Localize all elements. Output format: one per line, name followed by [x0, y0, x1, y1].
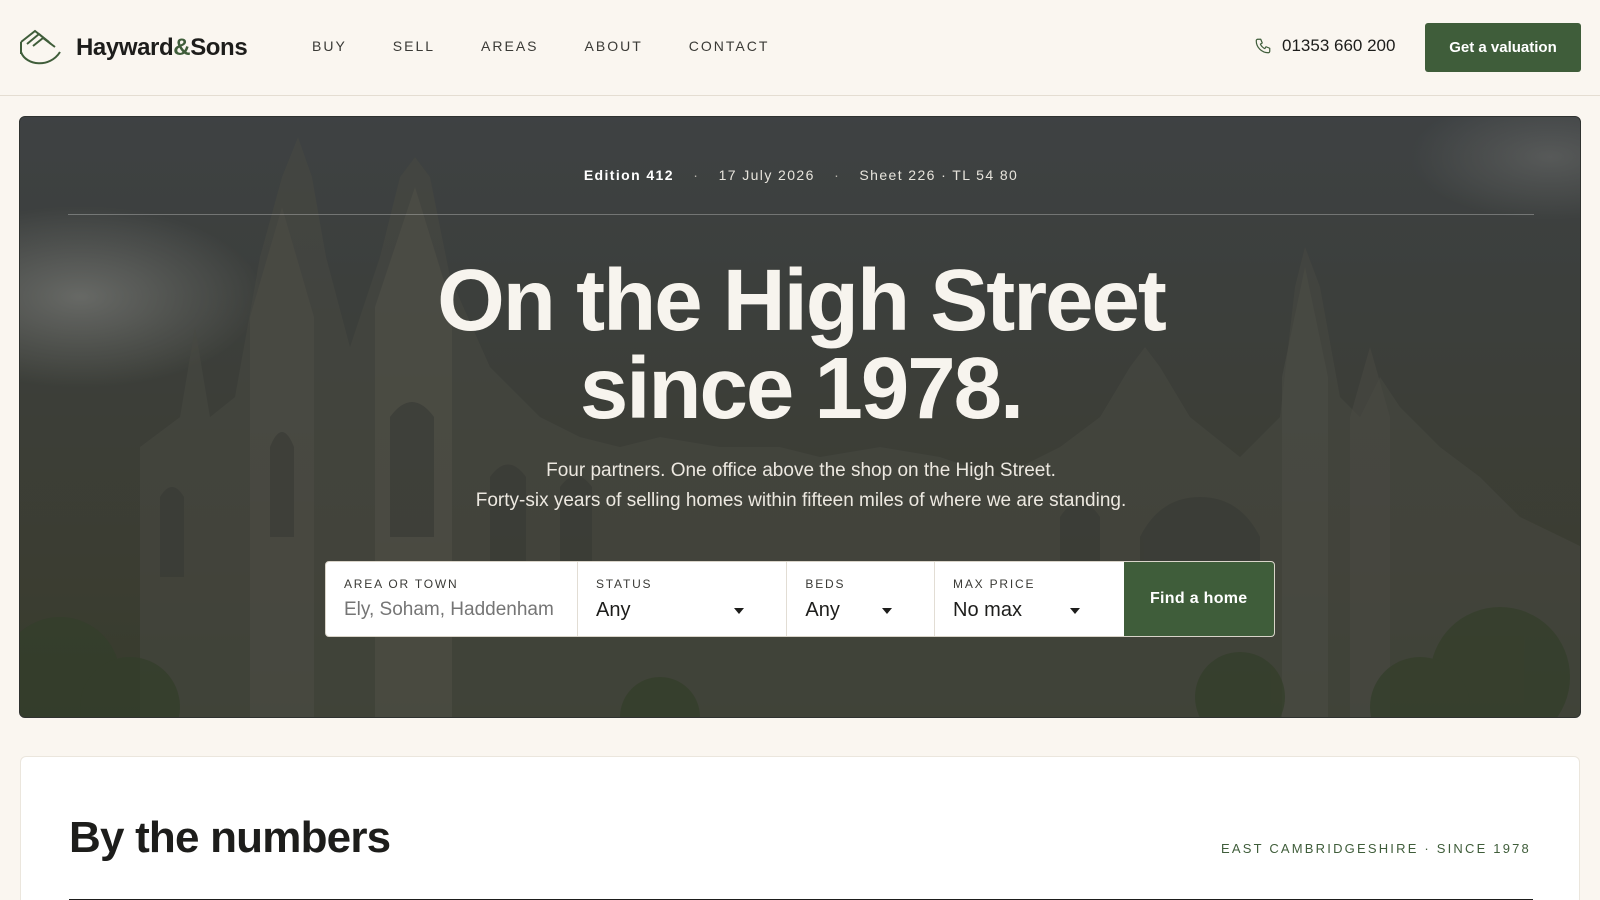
beds-value: Any [805, 599, 840, 621]
hero-divider [68, 214, 1534, 215]
brand-name: Hayward&Sons [76, 34, 248, 62]
headline-line-2: since 1978. [579, 340, 1024, 437]
headline-line-1: On the High Street [437, 252, 1167, 349]
phone-icon [1255, 38, 1271, 54]
edition-line: Edition 412 · 17 July 2026 · Sheet 226 ·… [20, 167, 1580, 183]
nav-areas[interactable]: AREAS [481, 38, 538, 54]
nav-contact[interactable]: CONTACT [689, 38, 770, 54]
logo[interactable]: Hayward&Sons [18, 28, 248, 68]
house-logo-icon [20, 29, 61, 65]
brand-ampersand: & [173, 34, 191, 61]
separator-dot: · [834, 167, 841, 183]
main-nav: BUY SELL AREAS ABOUT CONTACT [312, 38, 815, 54]
chevron-down-icon [1069, 608, 1080, 614]
get-valuation-button[interactable]: Get a valuation [1425, 23, 1581, 72]
status-label: STATUS [596, 577, 653, 591]
chevron-down-icon [734, 608, 745, 614]
subtitle-line-2: Forty-six years of selling homes within … [475, 490, 1127, 511]
area-input[interactable] [344, 599, 562, 621]
nav-about[interactable]: ABOUT [585, 38, 643, 54]
status-select[interactable]: STATUS Any [578, 562, 788, 636]
max-price-value: No max [953, 599, 1022, 621]
beds-label: BEDS [805, 577, 846, 591]
phone-number: 01353 660 200 [1282, 36, 1396, 55]
edition-number: Edition 412 [583, 167, 674, 183]
nav-buy[interactable]: BUY [312, 38, 347, 54]
map-sheet-reference: Sheet 226 · TL 54 80 [859, 167, 1019, 183]
hero-banner: Edition 412 · 17 July 2026 · Sheet 226 ·… [19, 116, 1581, 718]
site-header: Hayward&Sons BUY SELL AREAS ABOUT CONTAC… [0, 0, 1600, 96]
section-tagline: EAST CAMBRIDGESHIRE · SINCE 1978 [1220, 841, 1531, 856]
subtitle-line-1: Four partners. One office above the shop… [546, 460, 1056, 481]
separator-dot: · [693, 167, 700, 183]
brand-name-part2: Sons [190, 34, 248, 61]
edition-date: 17 July 2026 [718, 167, 815, 183]
hero-subtitle: Four partners. One office above the shop… [20, 456, 1580, 516]
beds-select[interactable]: BEDS Any [787, 562, 936, 636]
hero-headline: On the High Street since 1978. [20, 257, 1580, 433]
max-price-select[interactable]: MAX PRICE No max [935, 562, 1123, 636]
find-home-button[interactable]: Find a home [1123, 562, 1274, 636]
area-field: AREA OR TOWN [326, 562, 578, 636]
phone-link[interactable]: 01353 660 200 [1254, 36, 1395, 56]
numbers-section: By the numbers EAST CAMBRIDGESHIRE · SIN… [20, 756, 1580, 900]
section-title: By the numbers [69, 813, 391, 862]
nav-sell[interactable]: SELL [393, 38, 435, 54]
area-label: AREA OR TOWN [344, 577, 459, 591]
chevron-down-icon [882, 608, 893, 614]
brand-name-part1: Hayward [76, 34, 174, 61]
max-price-label: MAX PRICE [953, 577, 1036, 591]
property-search-form: AREA OR TOWN STATUS Any BEDS Any MAX PRI… [325, 561, 1275, 637]
